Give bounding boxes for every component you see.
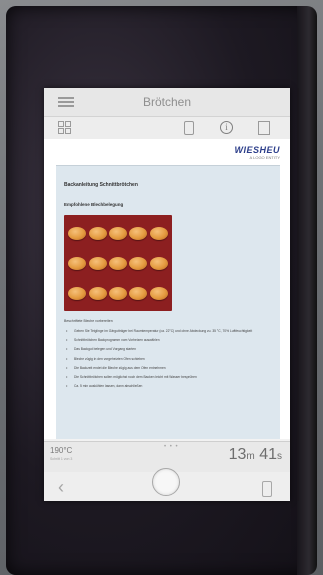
list-item: Ca. 5 min auskühlen lassen, dann abschli… — [64, 384, 272, 388]
bread-roll — [149, 256, 168, 270]
bread-roll — [108, 256, 127, 270]
document-heading: Backanleitung Schnittbrötchen — [64, 182, 138, 188]
step-intro: Beschriftete Bleche vorbereiten — [64, 319, 113, 323]
navigation-bar: ‹ — [44, 468, 290, 501]
bread-roll — [88, 286, 107, 300]
bread-roll — [88, 226, 107, 240]
home-button[interactable] — [152, 468, 180, 496]
page-dots: • • • — [164, 444, 179, 450]
bread-roll — [68, 256, 87, 270]
bread-roll — [108, 286, 127, 300]
temperature-readout: 190°C — [50, 446, 73, 455]
document-subheading: Empfohlene Blechbelegung — [64, 202, 124, 207]
list-item: Das Backgut belegen und Vorgang starten — [64, 347, 272, 351]
timer-readout: 13m 41s — [228, 446, 282, 463]
temperature-sub: Schritt 1 von 3 — [50, 457, 73, 461]
back-icon[interactable]: ‹ — [58, 478, 64, 496]
bread-roll — [129, 256, 148, 270]
list-item: Geben Sie Teiglinge im Gärgutträger bei … — [64, 329, 272, 333]
brand-logo: WIESHEU A LOGO ENTITY — [234, 145, 280, 160]
bread-roll — [149, 286, 168, 300]
grid-icon[interactable] — [58, 121, 72, 135]
bread-roll — [129, 226, 148, 240]
bread-roll — [88, 256, 107, 270]
device-icon-bottom[interactable] — [262, 481, 272, 497]
document-icon[interactable] — [258, 121, 270, 135]
toolbar: i — [44, 117, 290, 140]
info-icon[interactable]: i — [220, 121, 233, 134]
list-item: Bleche zügig in den vorgeheizten Ofen sc… — [64, 357, 272, 361]
bread-roll — [129, 286, 148, 300]
title-bar: Brötchen — [44, 88, 290, 117]
bread-roll — [108, 226, 127, 240]
page-title: Brötchen — [142, 95, 192, 109]
bread-roll — [68, 286, 87, 300]
baking-tray-image — [64, 215, 172, 311]
device-edge — [297, 6, 317, 575]
recipe-document: WIESHEU A LOGO ENTITY Backanleitung Schn… — [44, 139, 290, 439]
document-content: Backanleitung Schnittbrötchen Empfohlene… — [56, 165, 280, 439]
list-item: Die Schnittbrötchen sollen möglichst noc… — [64, 375, 272, 379]
device-icon[interactable] — [184, 121, 194, 135]
list-item: Die Backzeit endet die Bleche zügig aus … — [64, 366, 272, 370]
steps-list: Geben Sie Teiglinge im Gärgutträger bei … — [64, 329, 272, 389]
touch-screen: Brötchen i WIESHEU A LOGO ENTITY Backanl… — [44, 88, 290, 501]
bread-roll — [68, 226, 87, 240]
list-item: Schnittbrötchen Backprogramm vom Vorheiz… — [64, 338, 272, 342]
bread-roll — [149, 226, 168, 240]
